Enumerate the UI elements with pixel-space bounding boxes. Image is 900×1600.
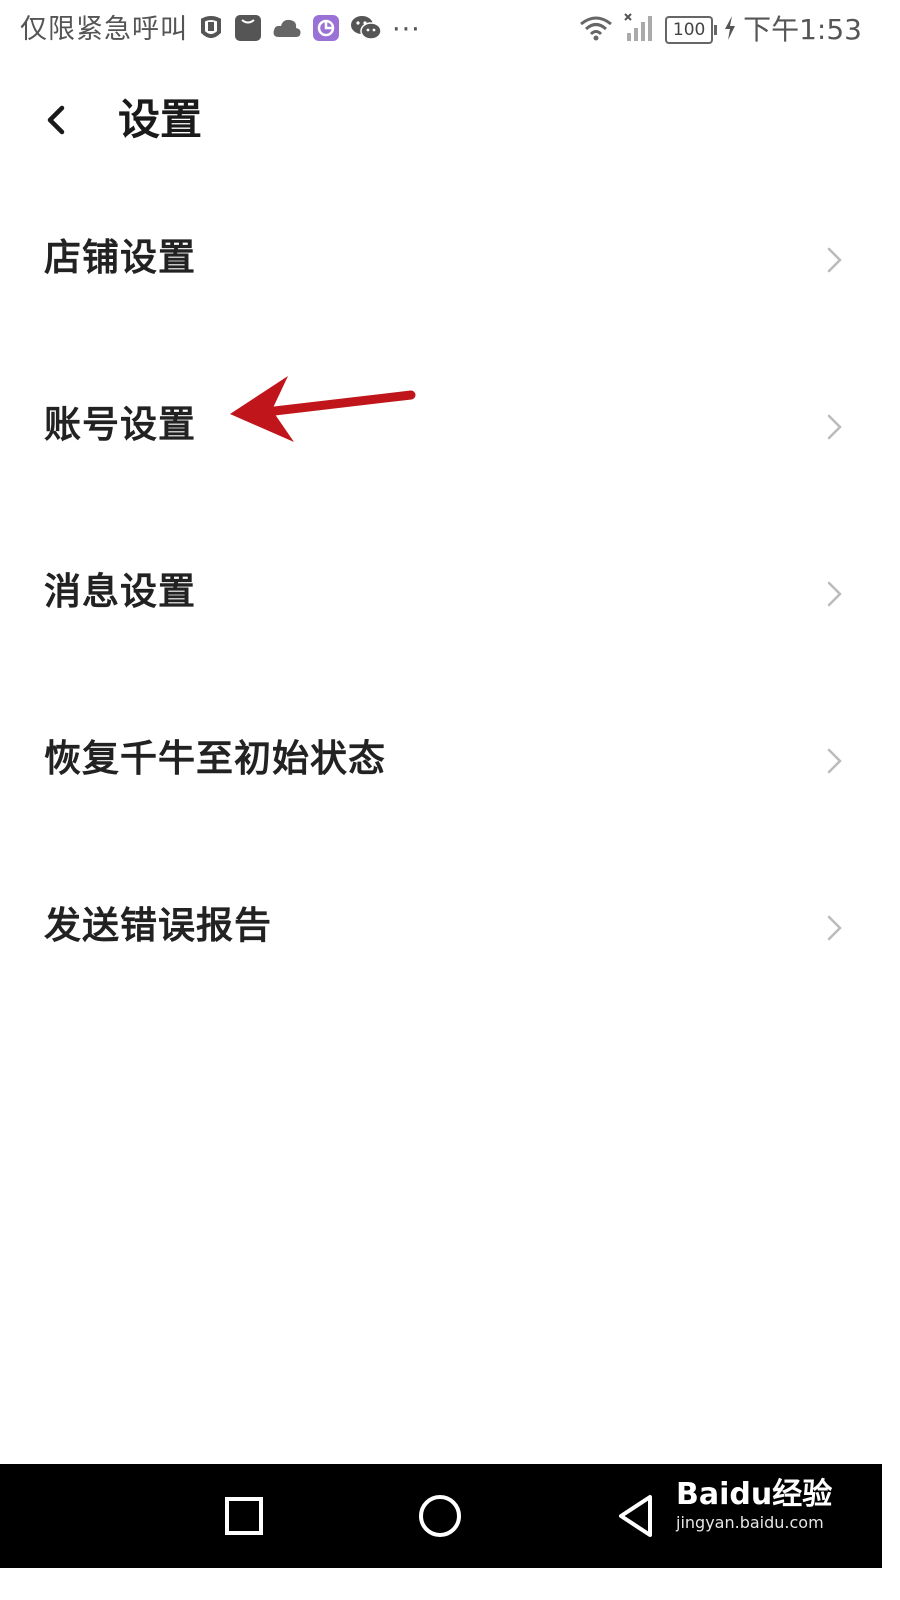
- usb-icon: [198, 14, 224, 46]
- more-icon: ···: [392, 14, 421, 45]
- watermark-logo: Baidu经验: [676, 1477, 833, 1512]
- navigation-bar: Baidu经验 jingyan.baidu.com: [0, 1464, 882, 1568]
- status-bar-left: 仅限紧急呼叫 ···: [20, 12, 421, 48]
- chevron-right-icon: [827, 748, 842, 774]
- menu-item-label: 恢复千牛至初始状态: [44, 737, 386, 780]
- menu-item-shop-settings[interactable]: 店铺设置: [0, 177, 882, 344]
- menu-item-label: 消息设置: [44, 570, 196, 613]
- recent-apps-button[interactable]: [218, 1490, 270, 1542]
- menu-item-label: 账号设置: [44, 403, 196, 446]
- menu-item-account-settings[interactable]: 账号设置: [0, 344, 882, 511]
- cloud-icon: [272, 17, 302, 43]
- annotation-arrow-icon: [230, 376, 416, 442]
- app-icon: [312, 14, 340, 46]
- page-title: 设置: [118, 95, 203, 144]
- carrier-text: 仅限紧急呼叫: [20, 14, 188, 45]
- menu-item-label: 店铺设置: [44, 236, 196, 279]
- signal-icon: [623, 13, 653, 47]
- menu-item-label: 发送错误报告: [44, 904, 272, 947]
- baidu-jingyan-watermark: Baidu经验 jingyan.baidu.com: [676, 1478, 832, 1534]
- wechat-icon: [350, 14, 382, 46]
- chevron-right-icon: [827, 414, 842, 440]
- status-bar-right: 100 下午1:53: [569, 12, 862, 48]
- chevron-right-icon: [827, 247, 842, 273]
- header: 设置: [0, 80, 882, 160]
- settings-list: 店铺设置 账号设置 消息设置 恢复千牛至初始状态 发送错误报告: [0, 177, 882, 1012]
- square-icon: [225, 1497, 263, 1535]
- circle-icon: [419, 1495, 461, 1537]
- back-button[interactable]: [34, 96, 82, 144]
- wifi-icon: [579, 14, 613, 46]
- menu-item-send-error-report[interactable]: 发送错误报告: [0, 845, 882, 1012]
- chevron-right-icon: [827, 581, 842, 607]
- chevron-right-icon: [827, 915, 842, 941]
- menu-item-message-settings[interactable]: 消息设置: [0, 511, 882, 678]
- back-nav-button[interactable]: [612, 1490, 664, 1542]
- triangle-back-icon: [619, 1495, 652, 1537]
- menu-item-reset-app[interactable]: 恢复千牛至初始状态: [0, 678, 882, 845]
- huawei-store-icon: [234, 14, 262, 46]
- charging-icon: [723, 15, 737, 45]
- watermark-url: jingyan.baidu.com: [676, 1513, 824, 1532]
- status-bar: 仅限紧急呼叫 ··· 100 下午1:53: [0, 0, 882, 62]
- clock: 下午1:53: [743, 13, 862, 46]
- battery-indicator: 100: [665, 16, 718, 44]
- home-button[interactable]: [414, 1490, 466, 1542]
- back-arrow-icon: [47, 105, 65, 135]
